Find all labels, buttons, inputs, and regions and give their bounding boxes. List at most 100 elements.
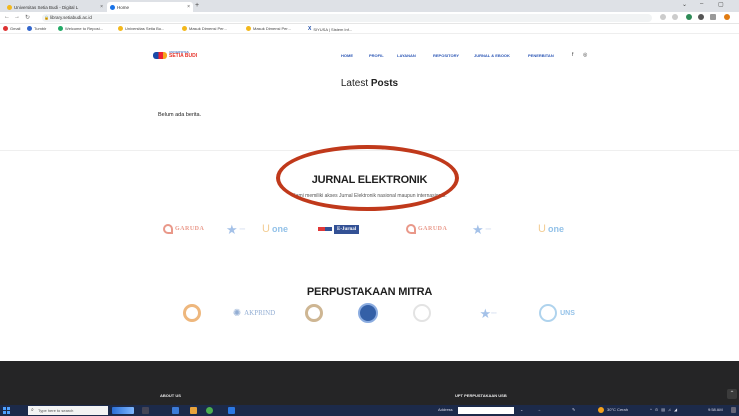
- task-view-icon[interactable]: [142, 407, 149, 414]
- close-icon[interactable]: ×: [187, 4, 190, 10]
- onesearch-logo-2[interactable]: U one: [538, 222, 564, 236]
- sinta-logo[interactable]: ★ ━━━: [226, 222, 245, 236]
- nav-jurnal-ebook[interactable]: JURNAL & EBOOK: [474, 53, 510, 58]
- tab-label: Universitas Setia Budi - Digital L: [14, 4, 79, 10]
- file-explorer-icon[interactable]: [190, 407, 197, 414]
- share-icon[interactable]: [660, 14, 666, 20]
- mitra-logo-5[interactable]: [410, 302, 434, 324]
- system-tray-icons[interactable]: ^⊙▤♫◢: [650, 407, 680, 412]
- mitra-logo-6[interactable]: ★ ━━━: [470, 302, 506, 324]
- clock[interactable]: 9:58 AM: [708, 407, 723, 412]
- seal-icon: [183, 304, 201, 322]
- taskbar-search-input[interactable]: ⌕ Type here to search: [28, 406, 108, 415]
- garuda-label: GARUDA: [418, 226, 448, 232]
- chrome-icon[interactable]: [206, 407, 213, 414]
- star-icon: ★: [226, 221, 238, 237]
- site-footer: [0, 361, 739, 405]
- mitra-logo-1[interactable]: [180, 302, 204, 324]
- sinta-logo-2[interactable]: ★ ━━━: [472, 222, 491, 236]
- star-icon: ★: [472, 221, 484, 237]
- instagram-icon[interactable]: ◎: [583, 52, 587, 58]
- windows-start-icon[interactable]: [3, 407, 10, 414]
- scroll-to-top-button[interactable]: ⌃: [727, 389, 737, 399]
- mitra-title: PERPUSTAKAAN MITRA: [306, 286, 433, 298]
- ejurnal-mark-icon: [318, 227, 332, 231]
- nav-profil[interactable]: PROFIL: [369, 53, 384, 58]
- bookmarks-bar: [0, 24, 739, 34]
- seal-icon: [305, 304, 323, 322]
- bookmark-tumblr[interactable]: Tumblr: [27, 26, 46, 31]
- url-text: library.setiabudi.ac.id: [50, 15, 92, 20]
- onesearch-logo[interactable]: U one: [262, 222, 288, 236]
- word-icon[interactable]: [228, 407, 235, 414]
- puzzle-icon[interactable]: [698, 14, 704, 20]
- browser-tab-2[interactable]: Home ×: [107, 2, 193, 12]
- new-tab-icon[interactable]: +: [195, 2, 199, 9]
- chevron-down-icon[interactable]: ⌄: [520, 407, 523, 412]
- bookmark-gmail[interactable]: Gmail: [3, 26, 20, 31]
- bookmark-label: SIYUSA | Sistem Inf...: [313, 26, 353, 32]
- nav-home[interactable]: HOME: [341, 53, 353, 58]
- tab-favicon: [7, 4, 12, 10]
- garuda-icon: [406, 224, 416, 234]
- mitra-logo-3[interactable]: [302, 302, 326, 324]
- sidebar-icon[interactable]: [710, 14, 716, 20]
- browser-tab-1[interactable]: Universitas Setia Budi - Digital L ×: [4, 2, 106, 12]
- uns-logo[interactable]: UNS: [537, 302, 577, 324]
- go-arrow-icon[interactable]: →: [537, 407, 541, 412]
- bookmark-label: Welcome to Reposi...: [65, 26, 103, 31]
- maximize-icon[interactable]: ▢: [718, 1, 724, 8]
- tab-favicon: [110, 4, 115, 10]
- mitra-logo-4[interactable]: [355, 302, 381, 324]
- avatar[interactable]: [724, 14, 730, 20]
- ejurnal-logo[interactable]: E-Jurnal: [318, 222, 360, 236]
- minimize-icon[interactable]: ⌄: [682, 1, 687, 8]
- bookmark-reposi[interactable]: Welcome to Reposi...: [58, 26, 103, 31]
- site-logo[interactable]: UNIVERSITAS SETIA BUDI: [153, 51, 197, 59]
- footer-upt-heading: UPT PERPUSTAKAAN USB: [455, 393, 507, 398]
- bookmark-label: Masuk Dimensi Per...: [253, 26, 291, 31]
- url-input[interactable]: 🔒 library.setiabudi.ac.id: [42, 14, 652, 22]
- bookmark-dimensi-2[interactable]: Masuk Dimensi Per...: [246, 26, 291, 31]
- nav-penerbitan[interactable]: PENERBITAN: [528, 53, 554, 58]
- back-icon[interactable]: ←: [4, 14, 10, 20]
- notification-icon[interactable]: [731, 407, 736, 413]
- seal-icon: [358, 303, 378, 323]
- bookmark-siyusa[interactable]: X SIYUSA | Sistem Inf...: [308, 26, 352, 32]
- star-icon[interactable]: [672, 14, 678, 20]
- bookmark-label: Universitas Setia Bu...: [125, 26, 165, 31]
- x-icon: X: [308, 26, 312, 32]
- tab-label: Home: [117, 4, 130, 10]
- reload-icon[interactable]: ↻: [25, 14, 30, 21]
- empty-news-text: Belum ada berita.: [158, 112, 202, 118]
- seal-icon: [539, 304, 558, 322]
- star-caption: ━━━: [491, 311, 497, 315]
- bookmark-icon: [182, 26, 187, 31]
- forward-icon[interactable]: →: [14, 14, 20, 20]
- extension-icon[interactable]: [686, 14, 692, 20]
- garuda-label: GARUDA: [175, 226, 205, 232]
- star-caption: ━━━: [485, 227, 492, 231]
- weather-widget-icon[interactable]: [112, 407, 134, 414]
- nav-repository[interactable]: REPOSITORY: [433, 53, 459, 58]
- bookmark-label: Masuk Dimensi Per...: [189, 26, 227, 31]
- close-icon[interactable]: ×: [100, 4, 103, 10]
- pen-icon[interactable]: ✎: [572, 407, 575, 412]
- one-u-icon: U: [262, 223, 270, 235]
- garuda-logo-2[interactable]: GARUDA: [406, 222, 447, 236]
- minimize-window-icon[interactable]: –: [700, 1, 703, 7]
- mail-icon[interactable]: [172, 407, 179, 414]
- bookmark-usb[interactable]: Universitas Setia Bu...: [118, 26, 164, 31]
- akprind-logo[interactable]: ✺ AKPRIND: [224, 302, 284, 324]
- seal-icon: [413, 304, 431, 322]
- address-toolbar-label: Address: [438, 407, 453, 412]
- bookmark-dimensi-1[interactable]: Masuk Dimensi Per...: [182, 26, 227, 31]
- bookmark-icon: [58, 26, 63, 31]
- address-toolbar-input[interactable]: [458, 407, 514, 414]
- weather-text[interactable]: 30°C Cerah: [607, 407, 628, 412]
- facebook-icon[interactable]: f: [572, 52, 573, 58]
- akprind-label: AKPRIND: [244, 309, 276, 317]
- garuda-logo[interactable]: GARUDA: [163, 222, 204, 236]
- nav-layanan[interactable]: LAYANAN: [397, 53, 416, 58]
- title-bold: Posts: [370, 78, 399, 89]
